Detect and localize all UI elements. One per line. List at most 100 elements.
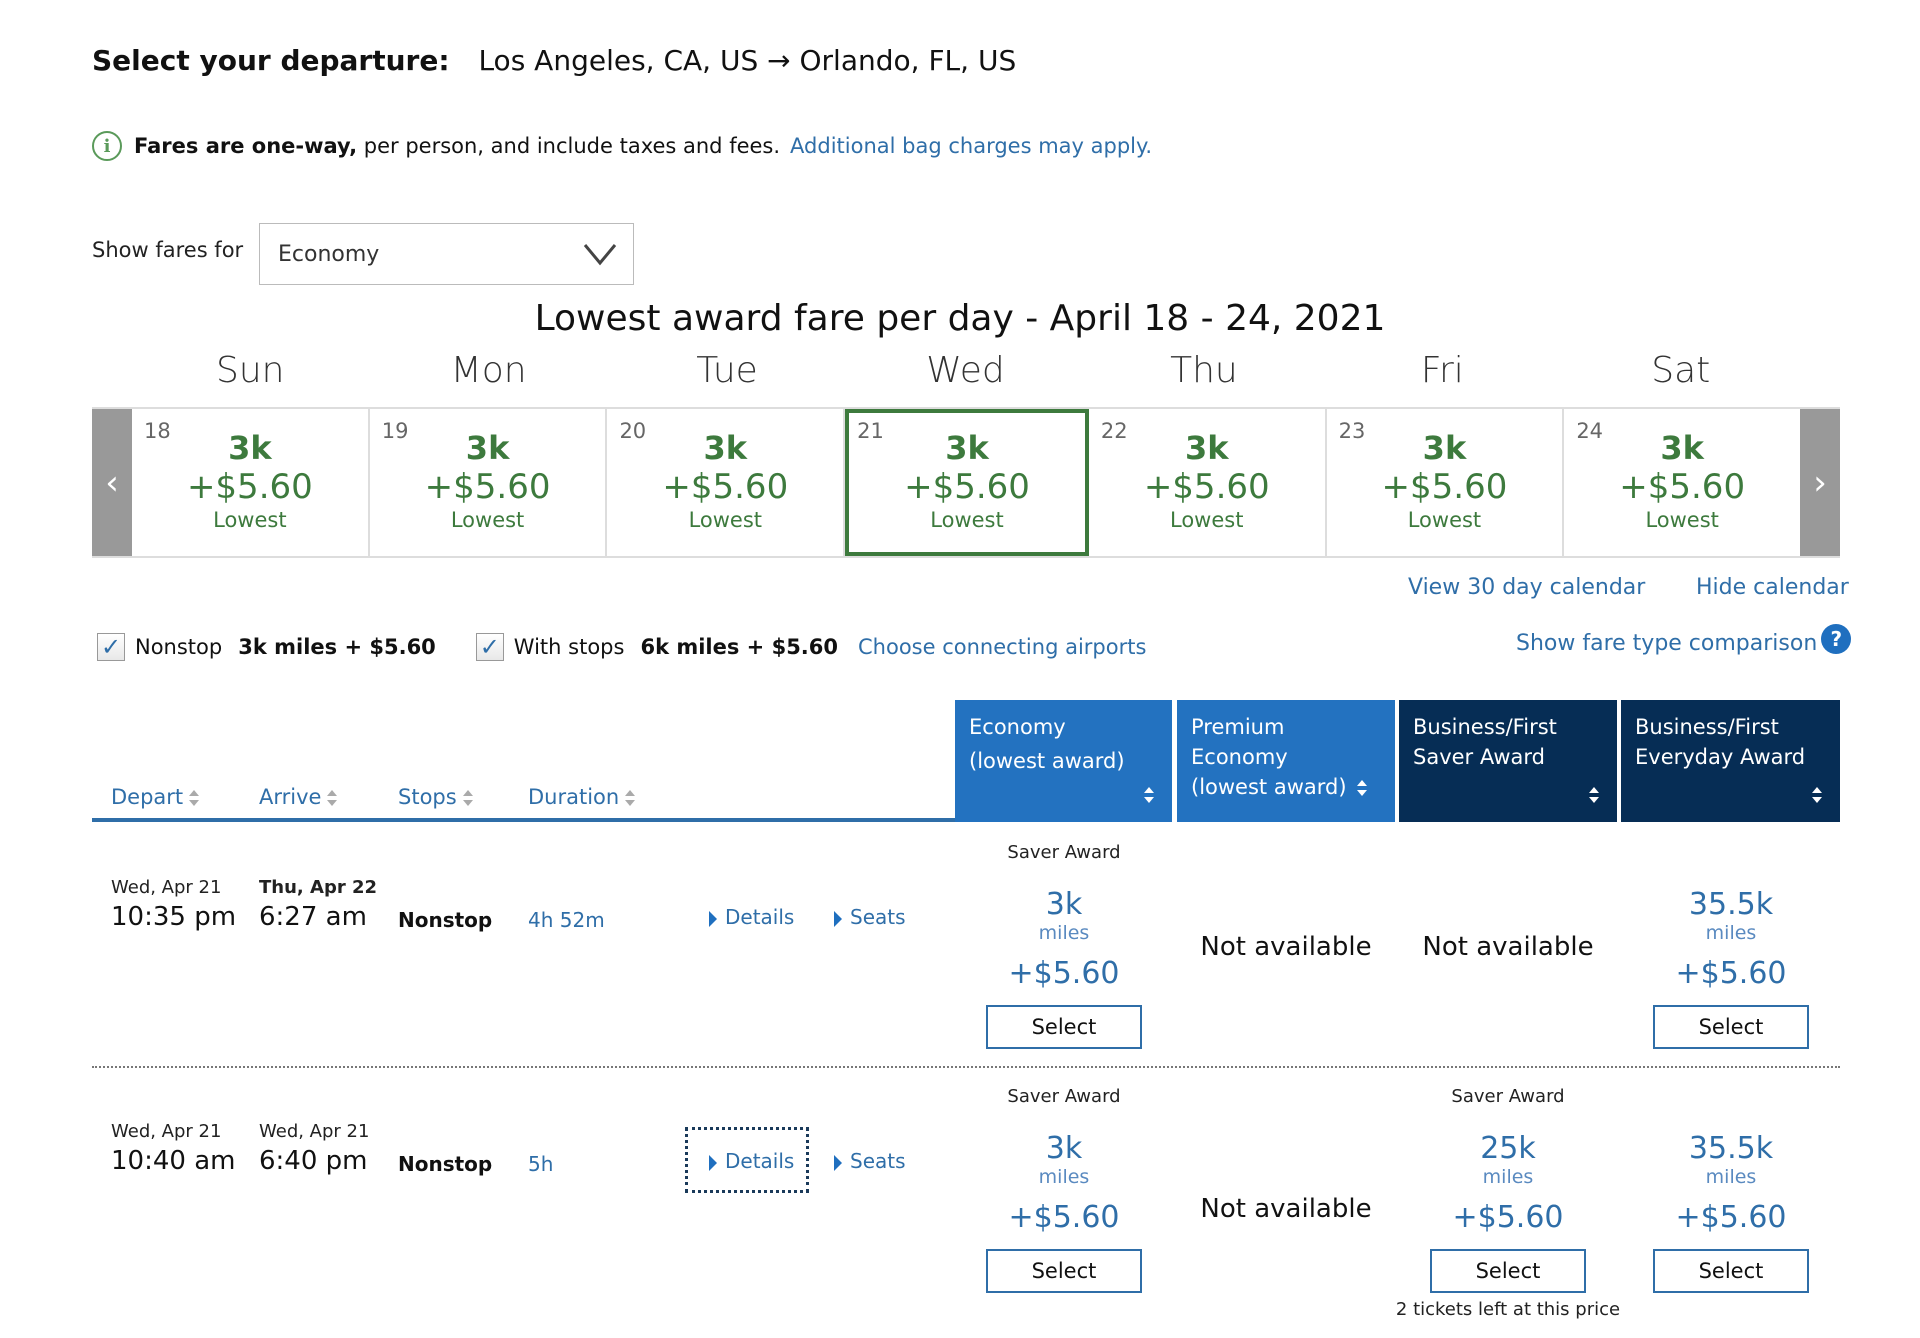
calendar-cells: 18 3k +$5.60 Lowest 19 3k +$5.60 Lowest 20 3k +$5.… — [132, 409, 1800, 556]
depart-date: Wed, Apr 21 — [111, 877, 222, 898]
header-line: Everyday Award — [1635, 745, 1806, 769]
checkmark-icon: ✓ — [100, 633, 122, 661]
fare-price: +$5.60 — [1675, 1200, 1787, 1235]
saver-award-tag: Saver Award — [1007, 1086, 1121, 1107]
select-button[interactable]: Select — [1430, 1249, 1586, 1293]
calendar-title: Lowest award fare per day - April 18 - 2… — [534, 298, 1386, 339]
sort-icon — [1589, 786, 1599, 804]
saver-award-tag: Saver Award — [1007, 842, 1121, 863]
caret-right-icon — [834, 910, 842, 927]
day-number: 20 — [619, 419, 647, 443]
header-line: (lowest award) — [969, 749, 1125, 773]
seats-label: Seats — [850, 1149, 906, 1173]
day-names: Sun Mon Tue Wed Thu Fri Sat — [131, 350, 1800, 391]
day-name: Mon — [450, 350, 527, 391]
nonstop-checkbox[interactable]: ✓ — [97, 633, 125, 661]
day-price: +$5.60 — [904, 467, 1030, 507]
with-stops-price: 6k miles + $5.60 — [640, 635, 839, 659]
fare-class-select[interactable]: Economy — [259, 223, 634, 285]
day-price: +$5.60 — [1381, 467, 1508, 507]
info-bold: Fares are one-way, — [134, 134, 358, 158]
sort-stops[interactable]: Stops — [398, 785, 473, 809]
sort-icon — [462, 789, 473, 807]
seats-link[interactable]: Seats — [834, 905, 906, 929]
hide-calendar-link[interactable]: Hide calendar — [1696, 575, 1849, 600]
day-price: +$5.60 — [1143, 467, 1270, 507]
header-business-saver[interactable]: Business/First Saver Award — [1399, 700, 1617, 822]
day-price: +$5.60 — [662, 467, 789, 507]
header-economy[interactable]: Economy (lowest award) — [955, 700, 1172, 822]
depart-time: 10:40 am — [111, 1146, 236, 1176]
arrive-date: Thu, Apr 22 — [259, 877, 378, 898]
calendar-day-18[interactable]: 18 3k +$5.60 Lowest — [132, 409, 370, 556]
day-price: +$5.60 — [186, 467, 313, 507]
sort-stops-label: Stops — [398, 785, 457, 809]
depart-time: 10:35 pm — [111, 902, 237, 932]
fare-miles: 3k — [1045, 1131, 1083, 1166]
header-business-everyday[interactable]: Business/First Everyday Award — [1621, 700, 1840, 822]
sort-arrive[interactable]: Arrive — [259, 785, 338, 809]
fare-economy: Saver Award 3k miles +$5.60 Select — [955, 842, 1173, 1049]
calendar-next-button[interactable]: › — [1800, 409, 1840, 556]
not-available: Not available — [1200, 932, 1372, 962]
bag-charges-link[interactable]: Additional bag charges may apply. — [790, 134, 1152, 158]
sort-icon — [189, 789, 200, 807]
sort-duration[interactable]: Duration — [528, 785, 636, 809]
details-link[interactable]: Details — [709, 1149, 794, 1173]
miles-unit: miles — [1038, 922, 1090, 944]
header-premium-economy[interactable]: Premium Economy (lowest award) — [1177, 700, 1395, 822]
day-name: Sat — [1651, 350, 1711, 391]
day-label: Lowest — [1170, 508, 1244, 532]
day-miles: 3k — [945, 429, 989, 467]
choose-connecting-airports-link[interactable]: Choose connecting airports — [858, 635, 1146, 659]
stops: Nonstop — [398, 1152, 493, 1176]
checkmark-icon: ✓ — [479, 633, 500, 661]
calendar-strip: ‹ 18 3k +$5.60 Lowest 19 3k +$5.60 Lowest 20 3k +$… — [92, 407, 1840, 558]
help-icon[interactable]: ? — [1821, 623, 1852, 654]
day-number: 19 — [381, 419, 409, 443]
day-name: Tue — [696, 350, 758, 391]
day-label: Lowest — [1407, 508, 1482, 532]
header-line: Saver Award — [1413, 745, 1546, 769]
not-available: Not available — [1200, 1194, 1372, 1224]
nonstop-price: 3k miles + $5.60 — [238, 635, 436, 659]
calendar-day-22[interactable]: 22 3k +$5.60 Lowest — [1089, 409, 1327, 556]
fare-price: +$5.60 — [1675, 956, 1787, 991]
header-line: Premium — [1191, 715, 1285, 739]
day-label: Lowest — [213, 508, 287, 532]
details-link[interactable]: Details — [709, 905, 794, 929]
with-stops-checkbox[interactable]: ✓ — [475, 633, 504, 661]
day-number: 23 — [1338, 419, 1366, 443]
day-number: 18 — [144, 419, 171, 443]
day-name: Fri — [1420, 350, 1464, 391]
show-fare-type-comparison-link[interactable]: Show fare type comparison — [1516, 631, 1817, 656]
day-label: Lowest — [930, 508, 1004, 532]
day-name: Sun — [215, 350, 285, 391]
stops: Nonstop — [398, 908, 493, 932]
day-price: +$5.60 — [1619, 467, 1746, 507]
header-line: Economy — [969, 715, 1066, 739]
day-price: +$5.60 — [424, 467, 551, 507]
select-button[interactable]: Select — [1653, 1249, 1809, 1293]
calendar-day-21[interactable]: 21 3k +$5.60 Lowest — [845, 409, 1089, 556]
details-label: Details — [725, 905, 795, 929]
select-button[interactable]: Select — [1653, 1005, 1809, 1049]
arrive-date: Wed, Apr 21 — [259, 1121, 370, 1142]
calendar-day-23[interactable]: 23 3k +$5.60 Lowest — [1327, 409, 1565, 556]
fare-price: +$5.60 — [1008, 956, 1120, 991]
details-label: Details — [725, 1149, 795, 1173]
sort-depart[interactable]: Depart — [111, 785, 200, 809]
calendar-day-20[interactable]: 20 3k +$5.60 Lowest — [607, 409, 846, 556]
day-label: Lowest — [450, 508, 525, 532]
fare-business-everyday: 35.5k miles +$5.60 Select — [1622, 1086, 1840, 1293]
select-button[interactable]: Select — [986, 1005, 1142, 1049]
calendar-day-24[interactable]: 24 3k +$5.60 Lowest — [1564, 409, 1800, 556]
view-30-day-calendar-link[interactable]: View 30 day calendar — [1408, 575, 1645, 600]
calendar-prev-button[interactable]: ‹ — [92, 409, 132, 556]
sort-depart-label: Depart — [111, 785, 184, 809]
sort-icon — [327, 789, 338, 807]
select-button[interactable]: Select — [986, 1249, 1142, 1293]
fare-miles: 35.5k — [1688, 1131, 1774, 1166]
calendar-day-19[interactable]: 19 3k +$5.60 Lowest — [370, 409, 608, 556]
seats-link[interactable]: Seats — [834, 1149, 906, 1173]
